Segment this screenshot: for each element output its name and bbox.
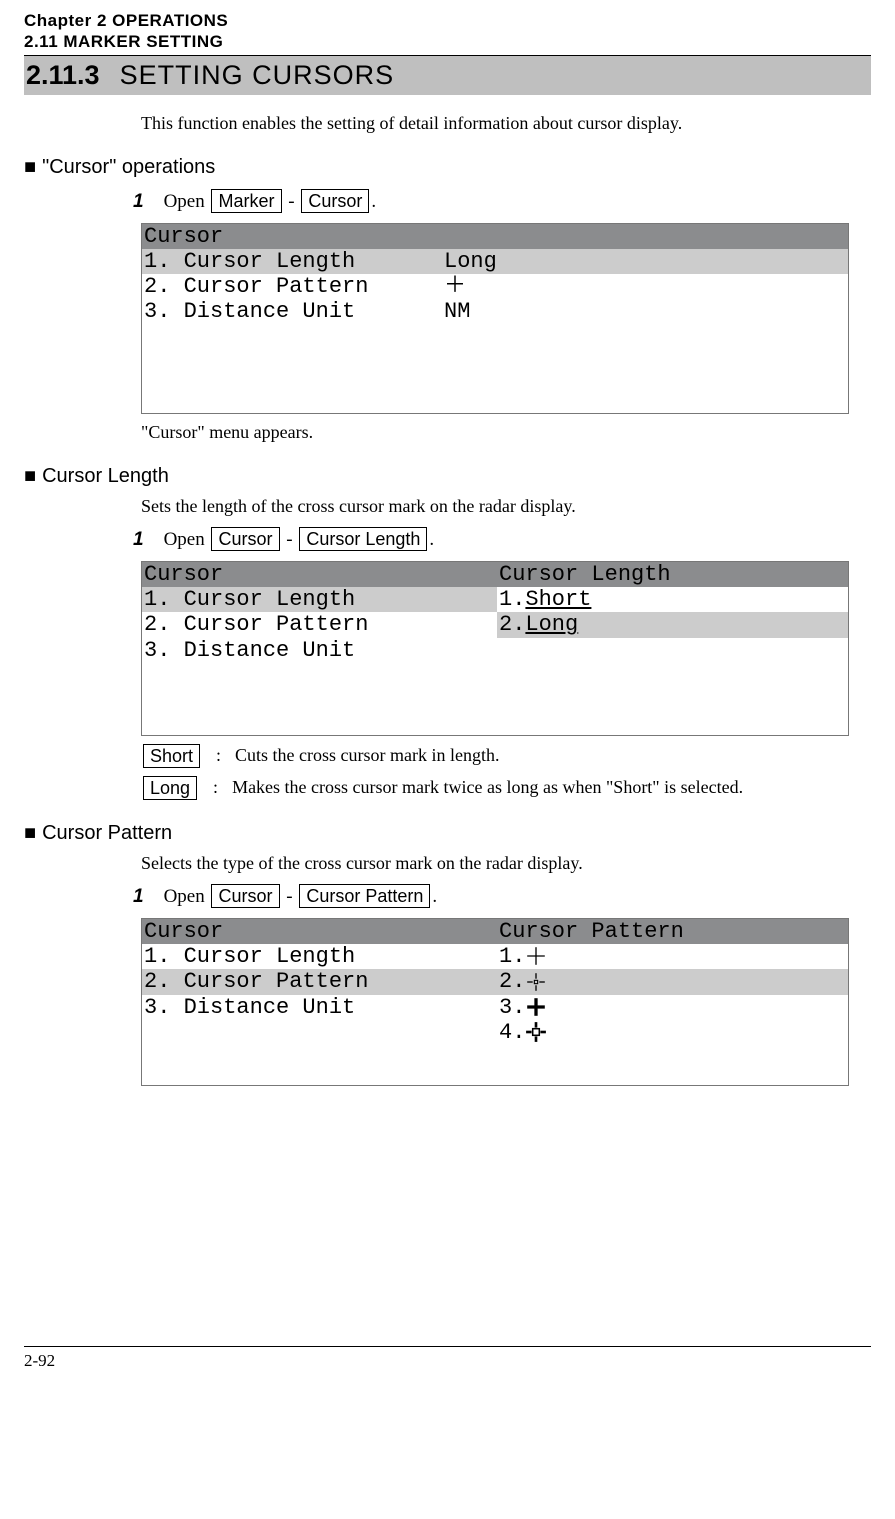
menu-left-cursor-pattern[interactable]: 2. Cursor Pattern xyxy=(142,612,497,637)
step-number: 1 xyxy=(133,529,144,551)
cursor-length-menu-box: Cursor Cursor Length 1. Cursor Length 1.… xyxy=(141,561,849,736)
menu-value-plus: ＋ xyxy=(444,274,848,299)
cursor-pattern-desc: Selects the type of the cross cursor mar… xyxy=(141,853,849,874)
menu-right-pattern-1[interactable]: 1. xyxy=(497,944,848,969)
cursor-button[interactable]: Cursor xyxy=(211,527,279,551)
menu-left-distance-unit[interactable]: 3. Distance Unit xyxy=(142,995,497,1020)
long-option-desc: Makes the cross cursor mark twice as lon… xyxy=(232,777,743,798)
colon: : xyxy=(213,777,218,798)
menu-right-long[interactable]: 2.Long xyxy=(497,612,848,637)
menu-left-cursor-pattern[interactable]: 2. Cursor Pattern xyxy=(142,969,497,994)
step-open-cursor-length: 1 Open Cursor - Cursor Length. xyxy=(133,527,849,551)
step-number: 1 xyxy=(133,886,144,908)
menu-right-title: Cursor Length xyxy=(497,562,848,587)
colon: : xyxy=(216,745,221,766)
cursor-menu-box: Cursor 1. Cursor Length Long 2. Cursor P… xyxy=(141,223,849,414)
cursor-menu-appears: "Cursor" menu appears. xyxy=(141,422,849,443)
menu-left-cursor-length[interactable]: 1. Cursor Length xyxy=(142,587,497,612)
cursor-menu-title: Cursor xyxy=(142,224,223,249)
menu-value-nm: NM xyxy=(444,299,848,324)
section-title-bar: 2.11.3 SETTING CURSORS xyxy=(24,56,871,95)
cursor-pattern-menu-box: Cursor Cursor Pattern 1. Cursor Length 1… xyxy=(141,918,849,1086)
menu-left-title: Cursor xyxy=(142,919,497,944)
cursor-pattern-button[interactable]: Cursor Pattern xyxy=(299,884,430,908)
step-open-word: Open xyxy=(164,191,205,212)
dash-separator: - xyxy=(286,529,297,550)
plus-bold-icon xyxy=(525,996,547,1018)
cursor-button[interactable]: Cursor xyxy=(301,189,369,213)
page-number: 2-92 xyxy=(24,1351,871,1371)
subheading-cursor-length: ■Cursor Length xyxy=(24,465,849,488)
menu-row-cursor-pattern[interactable]: 2. Cursor Pattern xyxy=(142,274,444,299)
menu-row-cursor-length[interactable]: 1. Cursor Length xyxy=(142,249,444,274)
step-open-marker-cursor: 1 Open Marker - Cursor. xyxy=(133,189,849,213)
menu-right-pattern-2[interactable]: 2. xyxy=(497,969,848,994)
short-option-button[interactable]: Short xyxy=(143,744,200,768)
square-bullet-icon: ■ xyxy=(24,465,36,487)
short-option-desc: Cuts the cross cursor mark in length. xyxy=(235,745,499,766)
step-open-cursor-pattern: 1 Open Cursor - Cursor Pattern. xyxy=(133,884,849,908)
subheading-cursor-operations: ■"Cursor" operations xyxy=(24,156,849,179)
menu-left-distance-unit[interactable]: 3. Distance Unit xyxy=(142,638,497,663)
cursor-length-desc: Sets the length of the cross cursor mark… xyxy=(141,496,849,517)
dash-separator: - xyxy=(286,886,297,907)
footer-rule xyxy=(24,1346,871,1347)
menu-right-pattern-4[interactable]: 4. xyxy=(497,1020,848,1045)
intro-text: This function enables the setting of det… xyxy=(141,113,849,134)
section-label: SETTING CURSORS xyxy=(120,60,395,91)
step-open-word: Open xyxy=(164,886,205,907)
menu-right-short[interactable]: 1.Short xyxy=(497,587,848,612)
section-header: 2.11 MARKER SETTING xyxy=(24,31,871,52)
period: . xyxy=(432,886,437,907)
cursor-button[interactable]: Cursor xyxy=(211,884,279,908)
plus-center-square-icon xyxy=(525,1021,547,1043)
square-bullet-icon: ■ xyxy=(24,822,36,844)
plus-center-dot-icon xyxy=(525,971,547,993)
step-open-word: Open xyxy=(164,529,205,550)
cursor-length-button[interactable]: Cursor Length xyxy=(299,527,427,551)
menu-right-pattern-3[interactable]: 3. xyxy=(497,995,848,1020)
step-number: 1 xyxy=(133,191,144,213)
square-bullet-icon: ■ xyxy=(24,156,36,178)
marker-button[interactable]: Marker xyxy=(211,189,281,213)
menu-left-cursor-length[interactable]: 1. Cursor Length xyxy=(142,944,497,969)
option-short-row: Short : Cuts the cross cursor mark in le… xyxy=(141,744,849,768)
period: . xyxy=(371,191,376,212)
period: . xyxy=(429,529,434,550)
menu-left-title: Cursor xyxy=(142,562,497,587)
dash-separator: - xyxy=(288,191,299,212)
plus-thin-icon xyxy=(525,945,547,967)
chapter-header: Chapter 2 OPERATIONS xyxy=(24,10,871,31)
long-option-button[interactable]: Long xyxy=(143,776,197,800)
menu-right-title: Cursor Pattern xyxy=(497,919,848,944)
menu-row-distance-unit[interactable]: 3. Distance Unit xyxy=(142,299,444,324)
menu-value-long: Long xyxy=(444,249,848,274)
section-number: 2.11.3 xyxy=(26,60,100,91)
option-long-row: Long : Makes the cross cursor mark twice… xyxy=(141,776,849,800)
subheading-cursor-pattern: ■Cursor Pattern xyxy=(24,822,849,845)
